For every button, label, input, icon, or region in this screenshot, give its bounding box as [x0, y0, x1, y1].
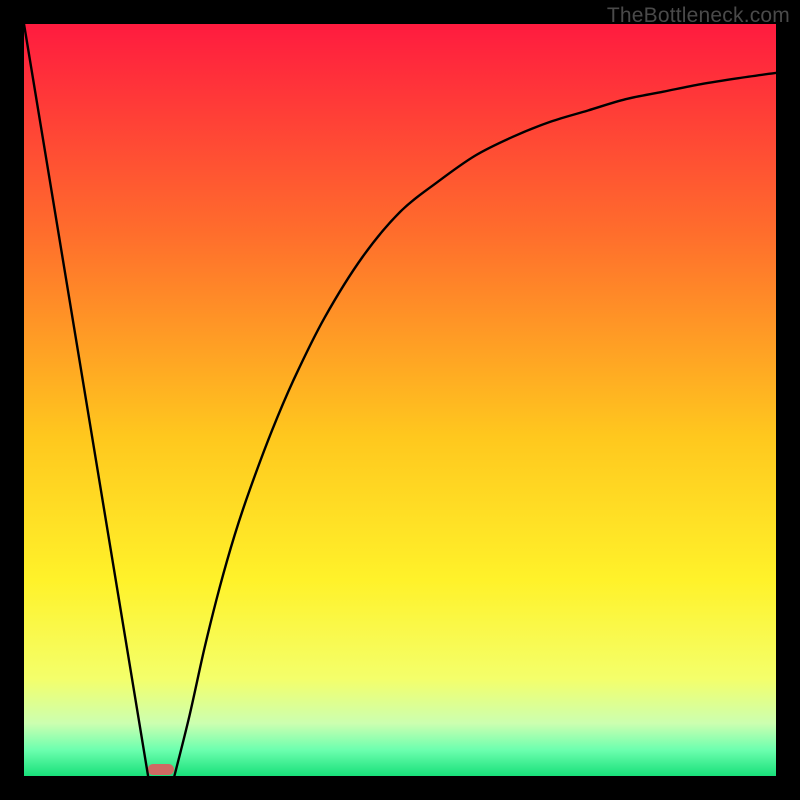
target-marker — [148, 764, 174, 775]
watermark-text: TheBottleneck.com — [607, 4, 790, 28]
gradient-background — [24, 24, 776, 776]
plot-area — [24, 24, 776, 776]
chart-frame: TheBottleneck.com — [0, 0, 800, 800]
chart-svg — [24, 24, 776, 776]
